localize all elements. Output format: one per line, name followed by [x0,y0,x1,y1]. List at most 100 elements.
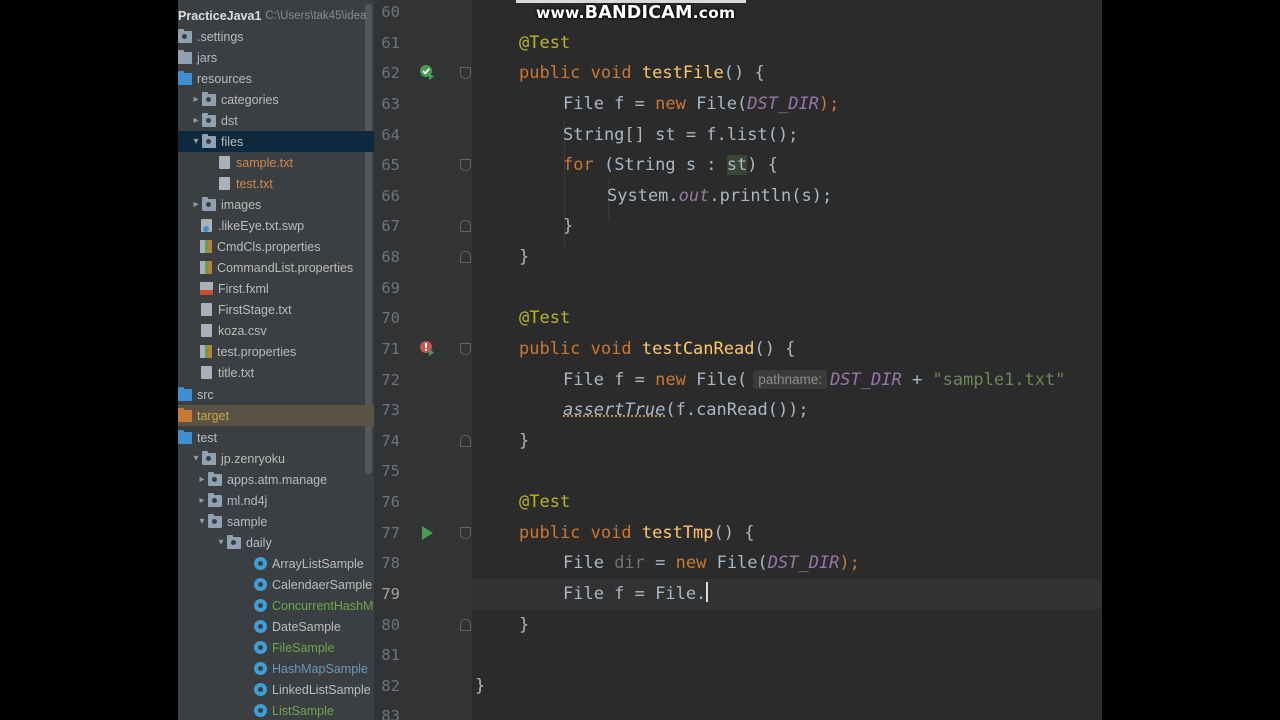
tree-item-listsample[interactable]: ListSample [178,700,374,720]
code-line-64[interactable]: String[] st = f.list(); [472,120,1102,150]
tree-item-sample[interactable]: ▾ sample [178,511,374,532]
fold-marker[interactable] [460,159,471,171]
code-line-70[interactable]: @Test [472,303,1102,333]
code-line-62[interactable]: public void testFile() { [472,58,1102,88]
tree-item-concurrenthashmap[interactable]: ConcurrentHashMap [178,595,374,616]
keyword: new [655,370,686,390]
code-line-71[interactable]: public void testCanRead() { [472,334,1102,364]
tree-item-label: resources [197,71,252,86]
tree-item-linkedlistsample[interactable]: LinkedListSample [178,679,374,700]
watermark-brand: BANDICAM [584,3,693,23]
chevron-down-icon[interactable]: ▾ [215,537,227,548]
tree-item-resources[interactable]: resources [178,68,374,89]
java-class-icon [254,599,267,612]
code-line-79-current[interactable]: File f = File. [472,579,1102,609]
tree-item-jp-zenryoku[interactable]: ▾ jp.zenryoku [178,448,374,469]
tree-item-likeeye-swp[interactable]: .likeEye.txt.swp [178,215,374,236]
code-line-73[interactable]: assertTrue(f.canRead()); [472,395,1102,425]
code-line-68[interactable]: } [472,242,1102,272]
tree-item-daily[interactable]: ▾ daily [178,532,374,553]
tree-item-images[interactable]: ▸ images [178,194,374,215]
code-line-77[interactable]: public void testTmp() { [472,518,1102,548]
tree-item-koza-csv[interactable]: koza.csv [178,320,374,341]
tree-item-target[interactable]: target [178,405,374,426]
tree-item-label: ConcurrentHashMap [272,598,374,613]
watermark-suffix: .com [692,4,736,22]
tree-item-test-txt[interactable]: test.txt [178,173,374,194]
test-passed-icon[interactable] [419,64,435,80]
code-line-76[interactable]: @Test [472,487,1102,517]
fold-marker[interactable] [460,343,471,355]
fold-marker[interactable] [460,67,471,79]
code-text: () { [723,63,765,83]
tree-item-firststage[interactable]: FirstStage.txt [178,299,374,320]
code-text: } [563,216,574,236]
line-number: 82 [381,677,400,695]
code-line-66[interactable]: System.out.println(s); [472,181,1102,211]
tree-item-hashmapsample[interactable]: HashMapSample [178,658,374,679]
tree-item-datesample[interactable]: DateSample [178,616,374,637]
tree-item-files[interactable]: ▾ files [178,131,374,152]
tree-item-arraylistsample[interactable]: ArrayListSample [178,553,374,574]
code-line-65[interactable]: for (String s : st) { [472,150,1102,180]
tree-item-test-properties[interactable]: test.properties [178,341,374,362]
tree-item-title-txt[interactable]: title.txt [178,362,374,383]
code-line-61[interactable]: @Test [472,28,1102,58]
tree-item-first-fxml[interactable]: First.fxml [178,278,374,299]
code-line-67[interactable]: } [472,211,1102,241]
tree-item-test[interactable]: test [178,427,374,448]
tree-item-categories[interactable]: ▸ categories [178,89,374,110]
test-failed-icon[interactable] [419,340,435,356]
tree-item-commandlist[interactable]: CommandList.properties [178,257,374,278]
tree-item-cmdcls[interactable]: CmdCls.properties [178,236,374,257]
tree-item-sample-txt[interactable]: sample.txt [178,152,374,173]
tree-item-label: sample [227,514,268,529]
tree-root[interactable]: PracticeJava1 C:\Users\tak45\idea [178,5,374,26]
editor-gutter[interactable]: 60 61 62 63 64 65 66 67 68 69 70 71 72 7… [374,0,472,720]
chevron-right-icon[interactable]: ▸ [196,474,208,485]
fold-marker[interactable] [460,251,471,263]
code-text: File f = [563,94,656,114]
chevron-right-icon[interactable]: ▸ [190,199,202,210]
fold-marker[interactable] [460,619,471,631]
code-text: String[] st = f.list(); [563,125,799,145]
code-line-78[interactable]: File dir = new File(DST_DIR); [472,548,1102,578]
method-name: testCanRead [641,339,755,359]
line-number: 69 [381,279,400,297]
chevron-down-icon[interactable]: ▾ [190,136,202,147]
fold-marker[interactable] [460,435,471,447]
code-line-74[interactable]: } [472,426,1102,456]
fold-marker[interactable] [460,527,471,539]
folder-icon [178,49,192,64]
keyword: for [563,155,594,175]
code-text: ); [839,553,860,573]
tree-item-jars[interactable]: jars [178,47,374,68]
code-line-82[interactable]: } [472,671,1102,701]
tree-item-filesample[interactable]: FileSample [178,637,374,658]
tree-item-apps-atm[interactable]: ▸ apps.atm.manage [178,469,374,490]
code-editor[interactable]: 60 61 62 63 64 65 66 67 68 69 70 71 72 7… [374,0,1102,720]
run-test-icon[interactable] [419,525,435,541]
tree-item-src[interactable]: src [178,384,374,405]
code-line-72[interactable]: File f = new File(pathname: DST_DIR + "sa… [472,365,1102,395]
project-tree[interactable]: PracticeJava1 C:\Users\tak45\idea .setti… [178,0,374,720]
constant: DST_DIR [747,94,819,114]
tree-item-label: DateSample [272,619,341,634]
keyword: void [590,523,632,543]
code-line-80[interactable]: } [472,610,1102,640]
tree-item-calendaersample[interactable]: CalendaerSample [178,574,374,595]
tree-item-dst[interactable]: ▸ dst [178,110,374,131]
chevron-right-icon[interactable]: ▸ [190,115,202,126]
package-icon [202,450,216,465]
tree-item-label: sample.txt [236,155,293,170]
chevron-down-icon[interactable]: ▾ [196,516,208,527]
tree-item-ml-nd4j[interactable]: ▸ ml.nd4j [178,490,374,511]
line-number: 73 [381,401,400,419]
parameter-hint: pathname: [753,370,828,389]
tree-item-settings[interactable]: .settings [178,26,374,47]
code-line-63[interactable]: File f = new File(DST_DIR); [472,89,1102,119]
chevron-right-icon[interactable]: ▸ [190,94,202,105]
fold-marker[interactable] [460,220,471,232]
chevron-down-icon[interactable]: ▾ [190,453,202,464]
chevron-right-icon[interactable]: ▸ [196,495,208,506]
